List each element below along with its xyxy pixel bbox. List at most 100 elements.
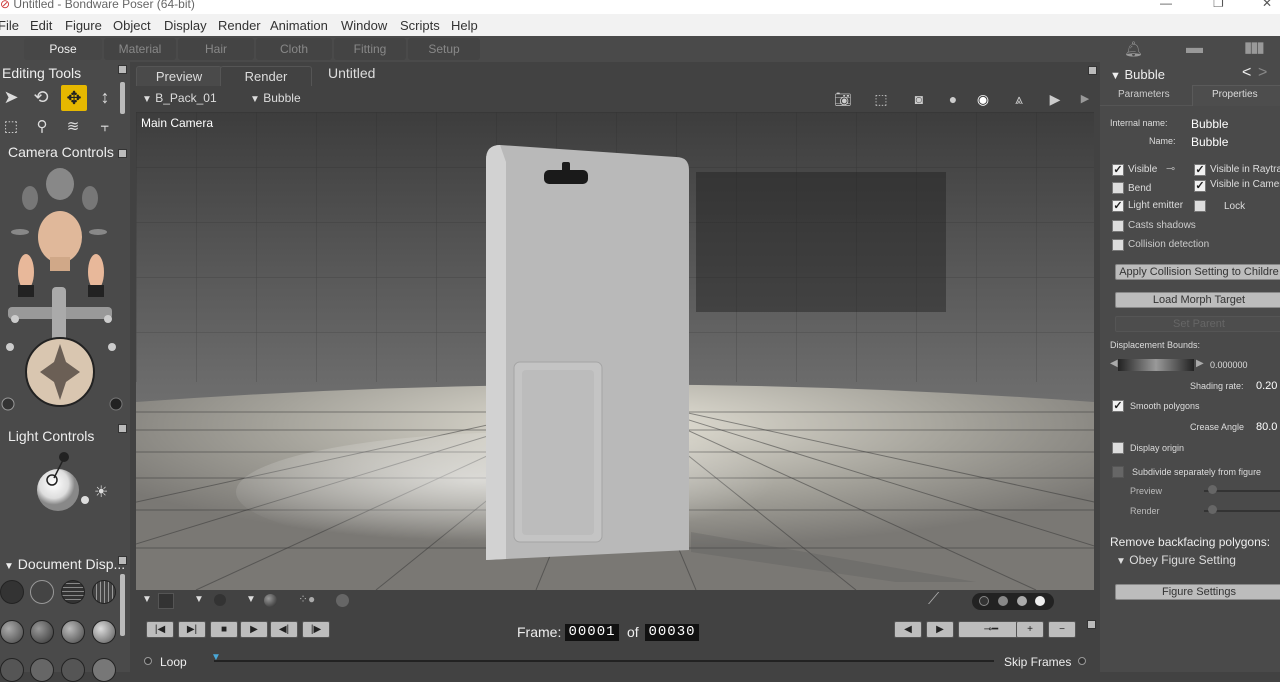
chevron-right-icon[interactable]: ▶: [1074, 90, 1096, 108]
decrease-arrow-icon[interactable]: ◀: [1110, 358, 1118, 369]
key-icon[interactable]: ⊸: [1166, 162, 1175, 175]
skip-frames-radio[interactable]: [1078, 657, 1086, 665]
smooth-shaded-style-icon[interactable]: [92, 620, 116, 644]
bell-icon[interactable]: 🔔︎: [1124, 40, 1143, 58]
menu-edit[interactable]: Edit: [30, 18, 52, 33]
apply-collision-button[interactable]: Apply Collision Setting to Childre: [1115, 264, 1280, 280]
chevron-down-icon[interactable]: ▼: [246, 594, 256, 605]
menu-help[interactable]: Help: [451, 18, 478, 33]
figure-select[interactable]: ▼ B_Pack_01: [142, 91, 217, 105]
room-material[interactable]: Material: [104, 38, 176, 60]
tab-parameters[interactable]: Parameters: [1118, 89, 1170, 100]
backfacing-select[interactable]: ▼ Obey Figure Setting: [1116, 553, 1236, 567]
next-key-button[interactable]: ▶: [926, 621, 954, 638]
outline-style-icon[interactable]: [30, 580, 54, 604]
video-camera-icon[interactable]: ▶: [1044, 90, 1066, 108]
previous-frame-button[interactable]: ◀|: [270, 621, 298, 638]
ruler-icon[interactable]: ⟋: [928, 591, 939, 609]
chain-break-icon[interactable]: ⫟: [94, 116, 116, 138]
silhouette-style-icon[interactable]: [0, 580, 24, 604]
dot-icon[interactable]: ●: [942, 90, 964, 108]
light-emitter-checkbox[interactable]: ✓: [1112, 200, 1124, 212]
visible-raytrace-checkbox[interactable]: ✓: [1194, 164, 1206, 176]
maximize-icon[interactable]: ❐: [1213, 0, 1224, 10]
sun-icon[interactable]: ☀: [94, 482, 108, 502]
chevron-down-icon[interactable]: ▼: [194, 594, 204, 605]
menu-display[interactable]: Display: [164, 18, 207, 33]
menu-animation[interactable]: Animation: [270, 18, 328, 33]
floor-icon[interactable]: ⩓: [1008, 90, 1030, 108]
room-setup[interactable]: Setup: [408, 38, 480, 60]
menu-render[interactable]: Render: [218, 18, 261, 33]
tab-render[interactable]: Render: [220, 66, 312, 86]
shadow-toggle-icon[interactable]: [214, 594, 226, 606]
room-cloth[interactable]: Cloth: [256, 38, 332, 60]
crease-angle-value[interactable]: 80.0: [1256, 421, 1277, 433]
set-parent-button[interactable]: Set Parent: [1115, 316, 1280, 332]
menu-object[interactable]: Object: [113, 18, 151, 33]
hidden-line-style-icon[interactable]: [92, 580, 116, 604]
previous-key-button[interactable]: ◀: [894, 621, 922, 638]
play-button[interactable]: ▶: [240, 621, 268, 638]
close-icon[interactable]: ✕: [1262, 0, 1272, 10]
total-frames-field[interactable]: 00030: [645, 624, 699, 641]
texture-style-icon[interactable]: [0, 658, 24, 682]
editing-tools-scrollbar[interactable]: [120, 82, 125, 114]
spot-icon[interactable]: ◉: [972, 90, 994, 108]
visible-camera-checkbox[interactable]: ✓: [1194, 180, 1206, 192]
timeline-scrubber[interactable]: [214, 660, 994, 662]
bend-checkbox[interactable]: [1112, 182, 1124, 194]
visible-checkbox[interactable]: ✓: [1112, 164, 1124, 176]
cartoon-style-icon[interactable]: [61, 620, 85, 644]
figure-settings-button[interactable]: Figure Settings: [1115, 584, 1280, 600]
camera-view-icon[interactable]: ◙: [908, 90, 930, 108]
increase-arrow-icon[interactable]: ▶: [1196, 358, 1204, 369]
actor-select[interactable]: ▼ Bubble: [250, 91, 301, 105]
chevron-down-icon[interactable]: ▼: [142, 594, 152, 605]
preview-quality-slider[interactable]: [972, 593, 1054, 610]
timeline-close-icon[interactable]: [1087, 620, 1096, 629]
remove-key-button[interactable]: −: [1048, 621, 1076, 638]
particles-icon[interactable]: ⁘●: [298, 592, 315, 606]
menu-scripts[interactable]: Scripts: [400, 18, 440, 33]
light-controls-close-icon[interactable]: [118, 424, 127, 433]
edges-style-icon[interactable]: [92, 658, 116, 682]
preview-subdiv-handle[interactable]: [1208, 485, 1217, 494]
key-icon[interactable]: ⊸━: [958, 621, 1024, 638]
casts-shadows-checkbox[interactable]: [1112, 220, 1124, 232]
flat-shaded-style-icon[interactable]: [30, 620, 54, 644]
menu-figure[interactable]: Figure: [65, 18, 102, 33]
display-origin-checkbox[interactable]: [1112, 442, 1124, 454]
translate-in-out-icon[interactable]: ↕: [94, 86, 116, 108]
background-color-icon[interactable]: [158, 593, 174, 609]
ground-shadow-icon[interactable]: [336, 594, 349, 607]
tab-preview[interactable]: Preview: [136, 66, 222, 86]
playhead-icon[interactable]: ▼: [211, 652, 221, 663]
twist-icon[interactable]: ≋: [62, 116, 84, 138]
shading-rate-value[interactable]: 0.20: [1256, 380, 1277, 392]
add-key-button[interactable]: +: [1016, 621, 1044, 638]
camera-controls-close-icon[interactable]: [118, 149, 127, 158]
name-field[interactable]: Bubble: [1191, 135, 1228, 149]
rotate-icon[interactable]: ⟲: [30, 86, 52, 108]
wireframe-style-icon[interactable]: [61, 580, 85, 604]
editing-tools-close-icon[interactable]: [118, 65, 127, 74]
stop-button[interactable]: ■: [210, 621, 238, 638]
document-close-icon[interactable]: [1088, 66, 1097, 75]
palette-header[interactable]: ▼ Bubble: [1110, 67, 1165, 82]
sketch-style-icon[interactable]: [61, 658, 85, 682]
translate-tool-icon[interactable]: ✥: [61, 85, 87, 111]
room-hair[interactable]: Hair: [178, 38, 254, 60]
camera-dashed-icon[interactable]: ⬚: [870, 90, 892, 108]
tab-properties[interactable]: Properties: [1212, 89, 1258, 100]
lock-checkbox[interactable]: [1194, 200, 1206, 212]
document-display-close-icon[interactable]: [118, 556, 127, 565]
select-arrow-icon[interactable]: ➤: [0, 86, 22, 108]
camera-controls-widget[interactable]: [0, 162, 130, 422]
preview-viewport[interactable]: Main Camera: [136, 112, 1094, 590]
document-display-scrollbar[interactable]: [120, 574, 125, 636]
displacement-dial[interactable]: [1118, 359, 1194, 371]
scale-icon[interactable]: ⬚: [0, 116, 22, 138]
collision-detection-checkbox[interactable]: [1112, 239, 1124, 251]
menu-window[interactable]: Window: [341, 18, 387, 33]
